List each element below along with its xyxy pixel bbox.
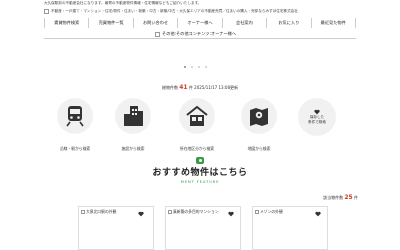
matching-count: 該当物件数 25 件 [323, 194, 358, 201]
subnav-label: その他:その他コンテンツ:オーナー様へ [162, 31, 237, 36]
header-brandline: 不動産・一戸建て・マンション・住宅/物件・住まい・新築・中古・新築/中古・大久保… [44, 9, 354, 14]
recommend-title: おすすめ物件はこちら [152, 168, 248, 178]
nav-item-company[interactable]: 会社案内 [221, 18, 266, 28]
favorite-heart-icon[interactable] [315, 211, 321, 217]
category-map-search[interactable]: 地図から検索 [236, 98, 282, 152]
category-facility-search[interactable]: 施設から検索 [110, 98, 156, 152]
subnav-image-icon [155, 31, 160, 37]
count-suffix: 件 2025/11/17 13:08更新 [188, 85, 239, 90]
count-prefix: 総物件数 [161, 85, 178, 90]
nav-item-rent-search[interactable]: 賃貸物件検索 [44, 18, 88, 28]
property-count: 総物件数 41 件 2025/11/17 13:08更新 [0, 84, 400, 91]
star-icon [198, 159, 202, 162]
category-circle [115, 98, 151, 134]
matching-prefix: 該当物件数 [323, 195, 344, 200]
slider-dot[interactable] [191, 66, 193, 68]
search-categories: 沿線・駅から検索 施設から検索 所在地区分から検索 地図から検索 保存した 条件… [52, 98, 362, 158]
recommend-section: おすすめ物件はこちら MENT FEATURE [0, 157, 400, 184]
map-icon [250, 108, 268, 126]
nav-divider [44, 38, 356, 39]
card-title-text: 大泉北口駅の外観 [86, 209, 117, 214]
category-label: 沿線・駅から検索 [59, 146, 91, 151]
category-circle [179, 98, 215, 134]
nav-item-favorites[interactable]: お気に入り [266, 18, 310, 28]
slider-dot[interactable] [184, 66, 186, 68]
header-notice: 大久保駅前の不動産会社になります。最寄の不動産物件情報・住宅情報などもご紹介いた… [44, 1, 202, 5]
slider-dot[interactable] [198, 66, 200, 68]
nav-item-sale-list[interactable]: 売買物件一覧 [88, 18, 132, 28]
count-value: 41 [179, 84, 188, 91]
saved-search-circle: 保存した 条件で検索 [298, 98, 336, 136]
category-label: 施設から検索 [121, 146, 145, 151]
nav-item-recent[interactable]: 最近見た物件 [310, 18, 356, 28]
card-title: 大泉北口駅の外観 [81, 209, 116, 215]
nav-item-owners[interactable]: オーナー様へ [177, 18, 221, 28]
train-icon [66, 106, 84, 127]
category-circle [241, 98, 277, 134]
saved-search-button[interactable]: 保存した 条件で検索 [298, 98, 344, 136]
card-title: メゾンの外観 [255, 209, 283, 215]
category-label: 地図から検索 [247, 146, 271, 151]
slider-pagination [184, 66, 207, 68]
image-placeholder-icon [168, 210, 172, 214]
category-station-search[interactable]: 沿線・駅から検索 [52, 98, 98, 152]
card-title-text: メゾンの外観 [260, 209, 283, 214]
card-title-text: 真新築の多目的マンション [173, 209, 219, 214]
image-placeholder-icon [81, 210, 85, 214]
favorite-heart-icon[interactable] [228, 211, 234, 217]
favorite-heart-icon[interactable] [138, 211, 144, 217]
category-label: 所在地区分から検索 [179, 146, 215, 151]
slider-dot[interactable] [205, 66, 207, 68]
property-card[interactable]: 真新築の多目的マンション [165, 206, 241, 250]
recommend-tag-icon [196, 157, 204, 164]
nav-item-contact[interactable]: お問い合わせ [132, 18, 177, 28]
sub-nav[interactable]: その他:その他コンテンツ:オーナー様へ [155, 31, 236, 37]
property-card[interactable]: 大泉北口駅の外観 [78, 206, 154, 250]
logo-placeholder-icon [44, 9, 49, 14]
category-area-search[interactable]: 所在地区分から検索 [174, 98, 220, 152]
matching-value: 25 [344, 194, 353, 201]
matching-suffix: 件 [354, 195, 358, 200]
image-placeholder-icon [255, 210, 259, 214]
category-circle [57, 98, 93, 134]
card-title: 真新築の多目的マンション [168, 209, 219, 215]
saved-search-line2: 条件で検索 [308, 120, 326, 124]
building-icon [124, 106, 143, 126]
property-card[interactable]: メゾンの外観 [252, 206, 328, 250]
recommend-subtitle: MENT FEATURE [180, 179, 220, 184]
main-nav: 賃貸物件検索 売買物件一覧 お問い合わせ オーナー様へ 会社案内 お気に入り 最… [44, 18, 356, 28]
brandline-text: 不動産・一戸建て・マンション・住宅/物件・住まい・新築・中古・新築/中古・大久保… [51, 9, 298, 13]
house-icon [186, 105, 208, 126]
